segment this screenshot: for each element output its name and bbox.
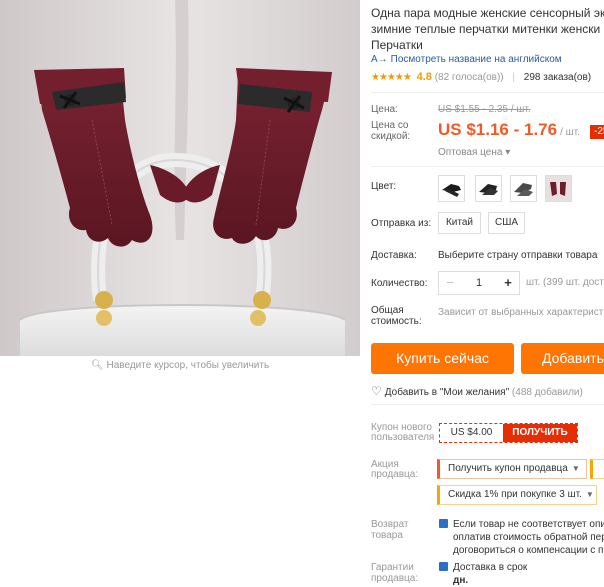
guarantee-text-line2: дн.: [453, 575, 469, 586]
product-photo: [0, 0, 360, 356]
quantity-stepper: − 1 +: [438, 271, 520, 295]
ship-from-label: Отправка из:: [371, 218, 432, 229]
wholesale-price-toggle[interactable]: Оптовая цена ▾: [438, 147, 510, 158]
quantity-increase-button[interactable]: +: [497, 272, 519, 294]
new-user-coupon-label-line2: пользователя: [371, 432, 435, 443]
price-unit: / шт.: [560, 127, 580, 138]
wishlist-count: (488 добавили): [511, 387, 583, 398]
translate-title-link[interactable]: A→ Посмотреть название на английском: [371, 54, 562, 65]
orders-count: 298 заказа(ов): [523, 72, 592, 83]
product-title-line: Одна пара модные женские сенсорный эк: [371, 6, 604, 20]
ship-from-usa[interactable]: США: [488, 212, 525, 234]
quantity-decrease-button[interactable]: −: [439, 272, 461, 294]
rating-score[interactable]: 4.8: [417, 71, 432, 83]
glove-icon: [442, 184, 461, 197]
guarantee-label-line1: Гарантии: [371, 562, 414, 573]
color-swatch-black[interactable]: [438, 175, 465, 202]
quantity-label: Количество:: [371, 278, 428, 289]
delivery-guarantee-icon: [439, 562, 448, 571]
guarantee-label-line2: продавца:: [371, 573, 419, 584]
wishlist-label: Добавить в "Мои желания": [384, 387, 510, 398]
discount-price: US $1.16 - 1.76/ шт.: [438, 120, 580, 140]
total-value: Зависит от выбранных характеристик: [438, 307, 604, 318]
seller-coupon-label: Получить купон продавца: [448, 463, 568, 474]
product-title-line: зимние теплые перчатки митенки женски: [371, 22, 601, 36]
rating-divider: |: [512, 72, 516, 83]
return-text-line: Если товар не соответствует опис: [453, 519, 604, 530]
color-swatch-black-2[interactable]: [475, 175, 502, 202]
chevron-down-icon: ▼: [571, 464, 580, 473]
divider: [371, 404, 604, 405]
rating-votes[interactable]: (82 голоса(ов)): [435, 72, 504, 83]
price-label: Цена:: [371, 104, 398, 115]
product-title-line: Перчатки: [371, 38, 423, 52]
translate-icon: A→: [371, 54, 388, 65]
rating-row: ★★★★★ 4.8 (82 голоса(ов)) | 298 заказа(о…: [371, 71, 591, 83]
ship-from-china[interactable]: Китай: [438, 212, 481, 234]
guarantee-text: Доставка в срок дн.: [439, 561, 527, 587]
glove-icon: [546, 176, 571, 201]
color-swatch-wine[interactable]: [545, 175, 572, 202]
return-label-line1: Возврат: [371, 519, 409, 530]
seller-promo-label-line2: продавца:: [371, 469, 419, 480]
seller-coupon-dropdown[interactable]: Получить купон продавца ▼: [437, 459, 587, 479]
glove-icon: [514, 183, 533, 196]
extra-promo-dropdown[interactable]: [590, 459, 604, 479]
zoom-hint-text: Наведите курсор, чтобы увеличить: [106, 360, 270, 371]
return-text-line: оплатив стоимость обратной пер: [453, 532, 604, 543]
product-main-image[interactable]: [0, 0, 360, 356]
return-text-line: договориться о компенсации с п: [453, 545, 604, 556]
rating-stars-icon: ★★★★★: [371, 72, 412, 83]
new-user-coupon: US $4.00 ПОЛУЧИТЬ: [439, 423, 578, 443]
magnifier-icon: 🔍︎: [90, 360, 104, 371]
glove-icon: [479, 184, 498, 195]
zoom-hint: 🔍︎ Наведите курсор, чтобы увеличить: [0, 358, 360, 374]
discount-promo-dropdown[interactable]: Скидка 1% при покупке 3 шт. ▼: [437, 485, 597, 505]
stock-available: шт. (399 шт. доступно): [526, 277, 604, 288]
total-label-line2: стоимость:: [371, 316, 422, 327]
color-label: Цвет:: [371, 181, 397, 192]
product-title: Одна пара модные женские сенсорный эк зи…: [371, 5, 604, 53]
return-shield-icon: [439, 519, 448, 528]
get-coupon-button[interactable]: ПОЛУЧИТЬ: [503, 424, 577, 442]
delivery-value: Выберите страну отправки товара: [438, 250, 598, 261]
coupon-amount: US $4.00: [440, 424, 503, 442]
divider: [371, 92, 604, 93]
return-label-line2: товара: [371, 530, 403, 541]
divider: [371, 166, 604, 167]
add-to-wishlist[interactable]: ♡ Добавить в "Мои желания" (488 добавили): [371, 384, 583, 398]
add-to-cart-button[interactable]: Добавить в корзину: [521, 343, 604, 397]
delivery-label: Доставка:: [371, 250, 417, 261]
return-policy-text: Если товар не соответствует опис оплатив…: [439, 518, 604, 557]
old-price: US $1.55 - 2.35 / шт.: [438, 104, 531, 115]
color-swatch-gray[interactable]: [510, 175, 537, 202]
chevron-down-icon: ▼: [585, 490, 594, 499]
heart-icon: ♡: [371, 384, 382, 398]
discount-price-label-line2: скидкой:: [371, 131, 411, 142]
guarantee-text-line1: Доставка в срок: [453, 562, 528, 573]
buy-now-button[interactable]: Купить сейчас: [371, 343, 514, 374]
discount-promo-label: Скидка 1% при покупке 3 шт.: [448, 489, 582, 500]
translate-title-label: Посмотреть название на английском: [390, 54, 562, 65]
discount-badge: -25: [590, 125, 604, 139]
discount-price-value: US $1.16 - 1.76: [438, 120, 558, 139]
quantity-input[interactable]: 1: [461, 272, 497, 294]
